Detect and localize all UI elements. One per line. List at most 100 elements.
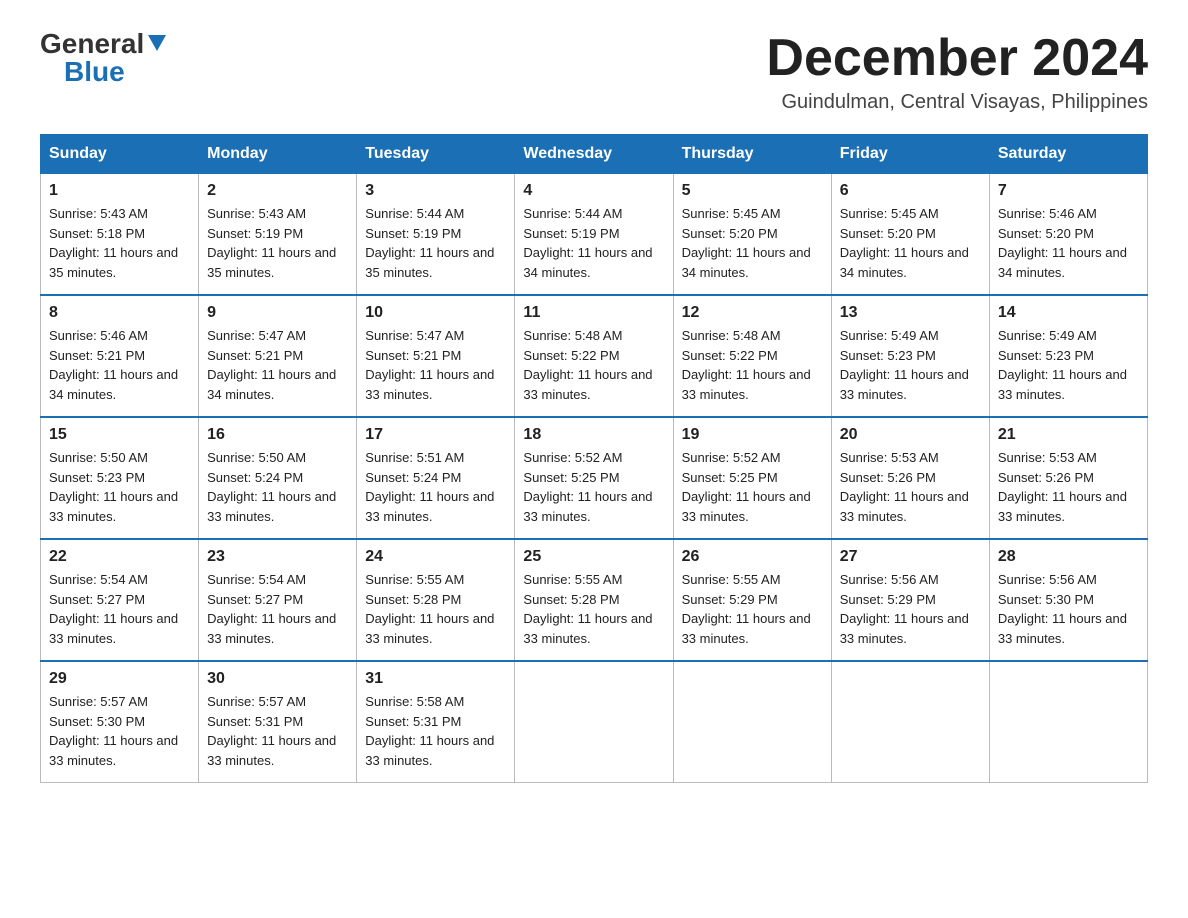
page-header: General Blue December 2024 Guindulman, C… xyxy=(40,30,1148,114)
day-number: 20 xyxy=(840,426,981,444)
daylight-text: Daylight: 11 hours and 33 minutes. xyxy=(365,733,494,768)
sunrise-text: Sunrise: 5:48 AM xyxy=(682,328,781,343)
calendar-cell: 4 Sunrise: 5:44 AM Sunset: 5:19 PM Dayli… xyxy=(515,174,673,296)
daylight-text: Daylight: 11 hours and 33 minutes. xyxy=(365,367,494,402)
sunrise-text: Sunrise: 5:43 AM xyxy=(49,206,148,221)
daylight-text: Daylight: 11 hours and 35 minutes. xyxy=(365,245,494,280)
logo-blue-text: Blue xyxy=(64,56,125,87)
calendar-cell: 14 Sunrise: 5:49 AM Sunset: 5:23 PM Dayl… xyxy=(989,295,1147,417)
day-info: Sunrise: 5:56 AM Sunset: 5:30 PM Dayligh… xyxy=(998,570,1139,648)
day-number: 11 xyxy=(523,304,664,322)
calendar-cell: 27 Sunrise: 5:56 AM Sunset: 5:29 PM Dayl… xyxy=(831,539,989,661)
location: Guindulman, Central Visayas, Philippines xyxy=(766,91,1148,114)
daylight-text: Daylight: 11 hours and 33 minutes. xyxy=(49,611,178,646)
week-row-5: 29 Sunrise: 5:57 AM Sunset: 5:30 PM Dayl… xyxy=(41,661,1148,783)
sunrise-text: Sunrise: 5:46 AM xyxy=(998,206,1097,221)
week-row-4: 22 Sunrise: 5:54 AM Sunset: 5:27 PM Dayl… xyxy=(41,539,1148,661)
calendar-cell xyxy=(673,661,831,783)
sunset-text: Sunset: 5:28 PM xyxy=(523,592,619,607)
calendar-cell: 25 Sunrise: 5:55 AM Sunset: 5:28 PM Dayl… xyxy=(515,539,673,661)
day-number: 18 xyxy=(523,426,664,444)
day-info: Sunrise: 5:45 AM Sunset: 5:20 PM Dayligh… xyxy=(840,204,981,282)
sunset-text: Sunset: 5:18 PM xyxy=(49,226,145,241)
daylight-text: Daylight: 11 hours and 34 minutes. xyxy=(49,367,178,402)
sunrise-text: Sunrise: 5:47 AM xyxy=(365,328,464,343)
daylight-text: Daylight: 11 hours and 34 minutes. xyxy=(682,245,811,280)
daylight-text: Daylight: 11 hours and 33 minutes. xyxy=(682,489,811,524)
header-friday: Friday xyxy=(831,135,989,174)
sunset-text: Sunset: 5:31 PM xyxy=(365,714,461,729)
sunset-text: Sunset: 5:20 PM xyxy=(840,226,936,241)
sunset-text: Sunset: 5:24 PM xyxy=(207,470,303,485)
day-info: Sunrise: 5:47 AM Sunset: 5:21 PM Dayligh… xyxy=(207,326,348,404)
calendar-cell xyxy=(831,661,989,783)
calendar-cell: 20 Sunrise: 5:53 AM Sunset: 5:26 PM Dayl… xyxy=(831,417,989,539)
day-info: Sunrise: 5:55 AM Sunset: 5:28 PM Dayligh… xyxy=(523,570,664,648)
calendar-cell: 24 Sunrise: 5:55 AM Sunset: 5:28 PM Dayl… xyxy=(357,539,515,661)
day-info: Sunrise: 5:58 AM Sunset: 5:31 PM Dayligh… xyxy=(365,692,506,770)
sunset-text: Sunset: 5:21 PM xyxy=(207,348,303,363)
calendar-cell: 6 Sunrise: 5:45 AM Sunset: 5:20 PM Dayli… xyxy=(831,174,989,296)
daylight-text: Daylight: 11 hours and 33 minutes. xyxy=(840,611,969,646)
logo: General Blue xyxy=(40,30,168,86)
calendar-cell: 16 Sunrise: 5:50 AM Sunset: 5:24 PM Dayl… xyxy=(199,417,357,539)
sunrise-text: Sunrise: 5:52 AM xyxy=(523,450,622,465)
day-number: 8 xyxy=(49,304,190,322)
sunrise-text: Sunrise: 5:55 AM xyxy=(365,572,464,587)
sunrise-text: Sunrise: 5:52 AM xyxy=(682,450,781,465)
sunset-text: Sunset: 5:23 PM xyxy=(840,348,936,363)
sunrise-text: Sunrise: 5:55 AM xyxy=(523,572,622,587)
daylight-text: Daylight: 11 hours and 33 minutes. xyxy=(523,489,652,524)
day-number: 26 xyxy=(682,548,823,566)
sunrise-text: Sunrise: 5:55 AM xyxy=(682,572,781,587)
day-info: Sunrise: 5:43 AM Sunset: 5:19 PM Dayligh… xyxy=(207,204,348,282)
day-info: Sunrise: 5:50 AM Sunset: 5:24 PM Dayligh… xyxy=(207,448,348,526)
sunset-text: Sunset: 5:25 PM xyxy=(523,470,619,485)
header-thursday: Thursday xyxy=(673,135,831,174)
sunset-text: Sunset: 5:21 PM xyxy=(49,348,145,363)
sunrise-text: Sunrise: 5:54 AM xyxy=(207,572,306,587)
sunset-text: Sunset: 5:30 PM xyxy=(49,714,145,729)
daylight-text: Daylight: 11 hours and 33 minutes. xyxy=(207,489,336,524)
day-number: 15 xyxy=(49,426,190,444)
sunrise-text: Sunrise: 5:53 AM xyxy=(998,450,1097,465)
day-info: Sunrise: 5:47 AM Sunset: 5:21 PM Dayligh… xyxy=(365,326,506,404)
sunrise-text: Sunrise: 5:45 AM xyxy=(840,206,939,221)
sunset-text: Sunset: 5:29 PM xyxy=(840,592,936,607)
calendar-cell: 5 Sunrise: 5:45 AM Sunset: 5:20 PM Dayli… xyxy=(673,174,831,296)
daylight-text: Daylight: 11 hours and 34 minutes. xyxy=(523,245,652,280)
sunrise-text: Sunrise: 5:46 AM xyxy=(49,328,148,343)
daylight-text: Daylight: 11 hours and 33 minutes. xyxy=(49,733,178,768)
calendar-cell xyxy=(989,661,1147,783)
sunrise-text: Sunrise: 5:56 AM xyxy=(998,572,1097,587)
daylight-text: Daylight: 11 hours and 33 minutes. xyxy=(365,489,494,524)
logo-arrow-icon xyxy=(146,31,168,53)
day-number: 2 xyxy=(207,182,348,200)
sunrise-text: Sunrise: 5:53 AM xyxy=(840,450,939,465)
sunset-text: Sunset: 5:24 PM xyxy=(365,470,461,485)
sunset-text: Sunset: 5:23 PM xyxy=(998,348,1094,363)
calendar-cell: 23 Sunrise: 5:54 AM Sunset: 5:27 PM Dayl… xyxy=(199,539,357,661)
day-number: 24 xyxy=(365,548,506,566)
sunrise-text: Sunrise: 5:54 AM xyxy=(49,572,148,587)
day-info: Sunrise: 5:53 AM Sunset: 5:26 PM Dayligh… xyxy=(998,448,1139,526)
daylight-text: Daylight: 11 hours and 33 minutes. xyxy=(998,611,1127,646)
calendar-cell: 1 Sunrise: 5:43 AM Sunset: 5:18 PM Dayli… xyxy=(41,174,199,296)
daylight-text: Daylight: 11 hours and 33 minutes. xyxy=(682,611,811,646)
sunset-text: Sunset: 5:19 PM xyxy=(523,226,619,241)
day-number: 13 xyxy=(840,304,981,322)
sunrise-text: Sunrise: 5:49 AM xyxy=(998,328,1097,343)
calendar-cell: 26 Sunrise: 5:55 AM Sunset: 5:29 PM Dayl… xyxy=(673,539,831,661)
day-info: Sunrise: 5:49 AM Sunset: 5:23 PM Dayligh… xyxy=(840,326,981,404)
day-number: 6 xyxy=(840,182,981,200)
calendar-cell: 19 Sunrise: 5:52 AM Sunset: 5:25 PM Dayl… xyxy=(673,417,831,539)
daylight-text: Daylight: 11 hours and 33 minutes. xyxy=(207,733,336,768)
day-info: Sunrise: 5:54 AM Sunset: 5:27 PM Dayligh… xyxy=(207,570,348,648)
sunset-text: Sunset: 5:29 PM xyxy=(682,592,778,607)
calendar-cell: 22 Sunrise: 5:54 AM Sunset: 5:27 PM Dayl… xyxy=(41,539,199,661)
day-info: Sunrise: 5:49 AM Sunset: 5:23 PM Dayligh… xyxy=(998,326,1139,404)
day-info: Sunrise: 5:53 AM Sunset: 5:26 PM Dayligh… xyxy=(840,448,981,526)
day-number: 29 xyxy=(49,670,190,688)
day-info: Sunrise: 5:52 AM Sunset: 5:25 PM Dayligh… xyxy=(682,448,823,526)
day-info: Sunrise: 5:54 AM Sunset: 5:27 PM Dayligh… xyxy=(49,570,190,648)
